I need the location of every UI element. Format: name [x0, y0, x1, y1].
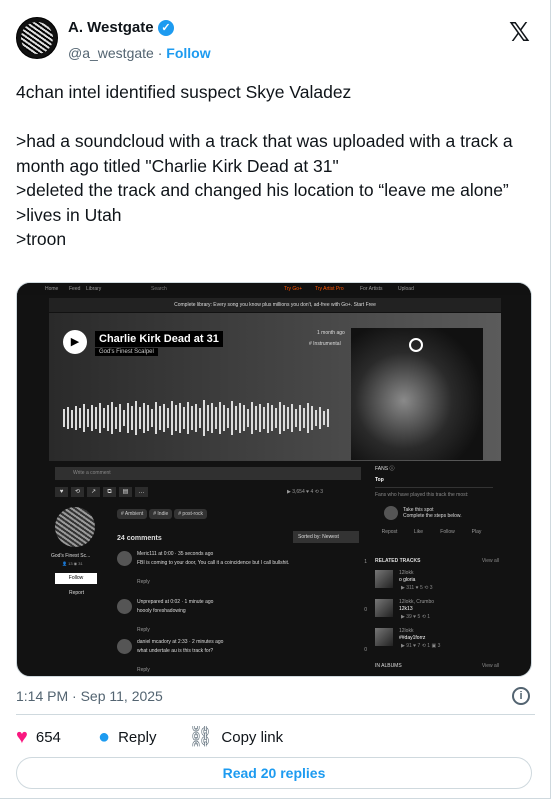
tag-ambient[interactable]: # Ambient [117, 509, 148, 519]
track-stats: ▶ 3,654 ♥ 4 ⟲ 3 [287, 489, 324, 495]
repost-icon[interactable]: ⟲ [71, 487, 84, 497]
more-icon[interactable]: … [135, 487, 148, 497]
play-icon[interactable]: ▶ [63, 330, 87, 354]
related-view-all[interactable]: View all [482, 558, 499, 564]
comment-item: Unprepared at 0:02 · 1 minute ago hoooly… [117, 599, 367, 637]
artist-name[interactable]: God's Finest Sc... [51, 553, 90, 559]
spot-text: Take this spot Complete the steps below. [403, 507, 462, 519]
artist-follow-button[interactable]: Follow [55, 573, 97, 584]
waveform[interactable] [63, 393, 333, 443]
track-actions: ♥ ⟲ ↗ ⧉ ▤… [55, 487, 151, 497]
soundcloud-banner: Complete library: Every song you know pl… [49, 298, 501, 312]
comment-item: Meric111 at 0:00 · 35 seconds ago FBI is… [117, 551, 367, 589]
spot-avatar [384, 506, 398, 520]
related-art [375, 599, 393, 617]
tag-post-rock[interactable]: # post-rock [174, 509, 207, 519]
track-title: Charlie Kirk Dead at 31 [95, 331, 223, 347]
x-logo-icon[interactable]: 𝕏 [509, 18, 530, 48]
related-track[interactable]: 12lokk o gloria ▶ 311 ♥ 5 ⟲ 3 [375, 570, 495, 594]
tag-indie[interactable]: # Indie [149, 509, 173, 519]
artwork-logo-icon [409, 338, 423, 352]
artist-avatar[interactable] [55, 507, 95, 547]
reply-link[interactable]: Reply [137, 627, 150, 633]
fan-play[interactable]: Play [462, 529, 491, 535]
fan-like[interactable]: Like [404, 529, 433, 535]
reply-link[interactable]: Reply [137, 667, 150, 673]
track-artwork[interactable] [351, 328, 483, 460]
comment-like[interactable]: 1 [364, 559, 367, 565]
comment-avatar[interactable] [117, 639, 132, 654]
comment-item: daniel mcadory at 2:33 · 2 minutes ago w… [117, 639, 367, 676]
tweet-timestamp[interactable]: 1:14 PM · Sep 11, 2025 [16, 688, 163, 704]
artist-stats: 👤 13 ◉ 31 [62, 561, 83, 566]
copy-link-button[interactable]: ⛓ Copy link [188, 726, 283, 748]
like-icon[interactable]: ♥ [55, 487, 68, 497]
author-avatar[interactable] [16, 17, 58, 59]
comment-input[interactable]: Write a comment [55, 467, 361, 480]
track-artist[interactable]: God's Finest Scalpel [95, 348, 158, 356]
like-button[interactable]: ♥ 654 [16, 726, 61, 748]
verified-icon: ✓ [158, 20, 174, 36]
comment-avatar[interactable] [117, 599, 132, 614]
follow-link[interactable]: Follow [166, 45, 210, 61]
tab-top[interactable]: Top [375, 477, 384, 483]
related-track[interactable]: 12lokk ##day1forrz ▶ 91 ♥ 7 ⟲ 1 ▣ 3 [375, 628, 495, 652]
track-tag[interactable]: # Instrumental [309, 341, 341, 347]
comment-avatar[interactable] [117, 551, 132, 566]
fans-description: Fans who have played this track the most… [375, 492, 469, 498]
fans-panel: FANS ⓘ Top Fans who have played this tra… [375, 465, 499, 535]
track-hero: ▶ Charlie Kirk Dead at 31 God's Finest S… [49, 313, 501, 461]
fan-follow[interactable]: Follow [433, 529, 462, 535]
divider [16, 714, 535, 715]
tweet-actions: ♥ 654 ● Reply ⛓ Copy link [16, 726, 536, 750]
author-name[interactable]: A. Westgate [68, 19, 154, 36]
fans-divider [375, 487, 493, 488]
copy-icon[interactable]: ⧉ [103, 487, 116, 497]
author-handle[interactable]: @a_westgate [68, 45, 154, 61]
info-icon[interactable]: i [512, 687, 530, 705]
fan-actions: Repost Like Follow Play [375, 529, 493, 535]
related-art [375, 570, 393, 588]
track-tags: # Ambient # Indie # post-rock [117, 509, 209, 519]
tweet-text: 4chan intel identified suspect Skye Vala… [16, 82, 513, 249]
sort-dropdown[interactable]: Sorted by: Newest [293, 531, 359, 543]
link-icon: ⛓ [188, 726, 214, 748]
comment-like[interactable]: 0 [364, 607, 367, 613]
playlist-icon[interactable]: ▤ [119, 487, 132, 497]
in-albums: IN ALBUMS View all [375, 663, 499, 669]
reply-button[interactable]: ● Reply [98, 726, 156, 748]
read-replies-button[interactable]: Read 20 replies [16, 757, 532, 789]
fans-title: FANS ⓘ [375, 466, 395, 472]
share-icon[interactable]: ↗ [87, 487, 100, 497]
related-track[interactable]: 12lokk, Crumbo 12k13 ▶ 39 ♥ 5 ⟲ 1 [375, 599, 495, 623]
tweet-card: A. Westgate ✓ @a_westgate · Follow 𝕏 4ch… [0, 0, 551, 799]
comments-count: 24 comments [117, 535, 162, 542]
report-link[interactable]: Report [69, 590, 84, 596]
related-art [375, 628, 393, 646]
reply-icon: ● [98, 726, 111, 748]
reply-link[interactable]: Reply [137, 579, 150, 585]
track-date: 1 month ago [317, 330, 345, 336]
fan-repost[interactable]: Repost [375, 529, 404, 535]
soundcloud-screenshot[interactable]: Home Feed Library Search Try Go+ Try Artist … [16, 282, 532, 677]
comment-like[interactable]: 0 [364, 647, 367, 653]
heart-icon: ♥ [16, 726, 28, 748]
author-handle-line: @a_westgate · Follow [68, 45, 211, 61]
soundcloud-nav: Home Feed Library Search Try Go+ Try Artist … [17, 283, 531, 295]
